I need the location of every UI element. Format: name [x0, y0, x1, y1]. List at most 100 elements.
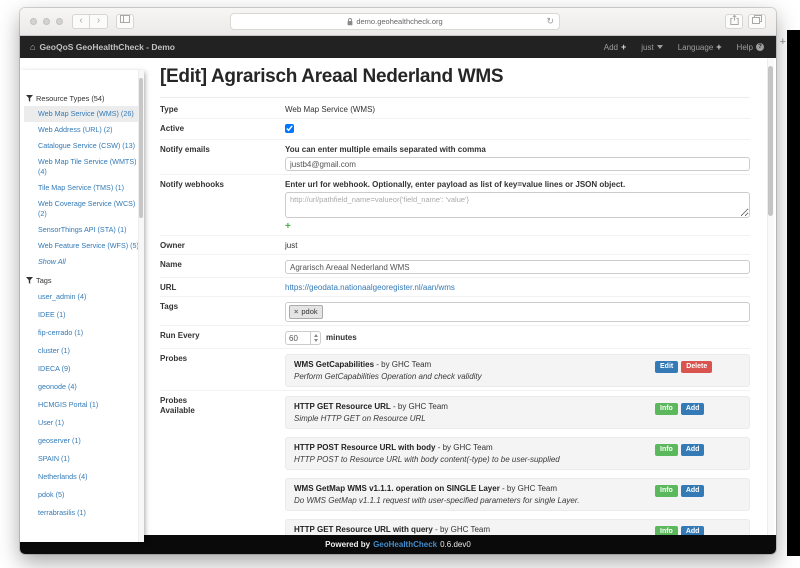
probe-actions: InfoAdd	[655, 402, 741, 423]
sidebar-scrollbar[interactable]	[138, 70, 144, 542]
notify-webhooks-input[interactable]	[285, 192, 750, 218]
notify-webhooks-help: Enter url for webhook. Optionally, enter…	[285, 180, 750, 190]
sidebar-resource-type-item[interactable]: Tile Map Service (TMS) (1)	[24, 180, 144, 196]
tags-header: Tags	[26, 276, 142, 285]
forward-button[interactable]: ›	[90, 14, 108, 29]
sidebar-resource-type-item[interactable]: Show All	[24, 254, 144, 270]
filter-icon	[26, 277, 33, 284]
probe-actions: InfoAdd	[655, 525, 741, 535]
nav-item-add[interactable]: Add+	[604, 42, 627, 52]
active-label: Active	[160, 122, 285, 136]
run-every-row: Run Every minutes	[160, 325, 750, 348]
add-button[interactable]: Add	[681, 403, 705, 415]
sidebar-resource-type-item[interactable]: Web Coverage Service (WCS) (2)	[24, 196, 144, 222]
resource-type-list: Web Map Service (WMS) (26)Web Address (U…	[24, 106, 144, 270]
info-button[interactable]: Info	[655, 485, 678, 497]
sidebar-tag-item[interactable]: geonode (4)	[24, 378, 144, 396]
add-button[interactable]: Add	[681, 485, 705, 497]
sidebar-tag-item[interactable]: Netherlands (4)	[24, 468, 144, 486]
background-window-edge	[787, 30, 800, 556]
brand-text: GeoQoS GeoHealthCheck - Demo	[39, 42, 175, 52]
help-circle-icon: ?	[756, 43, 764, 51]
probe-description: HTTP GET Resource URL with query - by GH…	[294, 525, 655, 535]
plus-icon: +	[621, 42, 626, 52]
sidebar-tag-item[interactable]: SPAIN (1)	[24, 450, 144, 468]
address-bar[interactable]: demo.geohealthcheck.org ↻	[230, 13, 560, 30]
main-scrollbar[interactable]	[767, 58, 774, 535]
edit-button[interactable]: Edit	[655, 361, 678, 373]
app-brand[interactable]: ⌂ GeoQoS GeoHealthCheck - Demo	[30, 42, 175, 52]
sidebar-tag-item[interactable]: geoserver (1)	[24, 432, 144, 450]
sidebar-resource-type-item[interactable]: Web Feature Service (WFS) (5)	[24, 238, 144, 254]
probe-description: HTTP GET Resource URL - by GHC TeamSimpl…	[294, 402, 655, 423]
resource-url-link[interactable]: https://geodata.nationaalgeoregister.nl/…	[285, 283, 455, 292]
sidebar-tag-item[interactable]: IDEE (1)	[24, 306, 144, 324]
nav-item-label: Language	[678, 43, 714, 52]
nav-item-label: just	[641, 43, 653, 52]
sidebar-tag-item[interactable]: HCMGIS Portal (1)	[24, 396, 144, 414]
sidebar-tag-item[interactable]: User (1)	[24, 414, 144, 432]
sidebar-tag-item[interactable]: IDECA (9)	[24, 360, 144, 378]
probe-byline: - by GHC Team	[374, 360, 431, 369]
navbar-menu: Add+justLanguage+Help?	[604, 42, 764, 52]
reload-icon[interactable]: ↻	[546, 16, 554, 27]
probe-byline: - by GHC Team	[433, 525, 490, 534]
add-webhook-button[interactable]: +	[285, 222, 291, 232]
sidebar-tag-item[interactable]: fip-cerrado (1)	[24, 324, 144, 342]
tabs-button[interactable]	[748, 14, 766, 29]
chevron-down-icon	[657, 45, 663, 49]
sidebar-resource-type-item[interactable]: Web Map Service (WMS) (26)	[24, 106, 144, 122]
sidebar-resource-type-item[interactable]: Web Map Tile Service (WMTS) (4)	[24, 154, 144, 180]
info-button[interactable]: Info	[655, 403, 678, 415]
notify-emails-input[interactable]	[285, 157, 750, 171]
add-button[interactable]: Add	[681, 444, 705, 456]
sidebar-scrollbar-thumb[interactable]	[139, 78, 143, 218]
probe-actions: EditDelete	[655, 360, 741, 381]
probe-description: HTTP POST Resource URL with body - by GH…	[294, 443, 655, 464]
sidebar-resource-type-item[interactable]: Catalogue Service (CSW) (13)	[24, 138, 144, 154]
probes-row: Probes WMS GetCapabilities - by GHC Team…	[160, 348, 750, 390]
sidebar-resource-type-item[interactable]: SensorThings API (STA) (1)	[24, 222, 144, 238]
address-text: demo.geohealthcheck.org	[356, 17, 442, 26]
probe-actions: InfoAdd	[655, 484, 741, 505]
probe-panel: HTTP GET Resource URL with query - by GH…	[285, 519, 750, 535]
probes-available-row: Probes Available HTTP GET Resource URL -…	[160, 390, 750, 535]
active-checkbox[interactable]	[285, 124, 294, 133]
close-window-icon[interactable]	[30, 18, 37, 25]
name-input[interactable]	[285, 260, 750, 274]
powered-by-text: Powered by	[325, 540, 370, 549]
tags-input[interactable]: × pdok	[285, 302, 750, 322]
zoom-window-icon[interactable]	[56, 18, 63, 25]
browser-window: ‹ › demo.geohealthcheck.org ↻ ⌂ GeoQoS G…	[20, 8, 776, 554]
sidebar-tag-item[interactable]: cluster (1)	[24, 342, 144, 360]
main-content: [Edit] Agrarisch Areaal Nederland WMS Ty…	[160, 58, 750, 535]
probe-title: HTTP GET Resource URL with query	[294, 525, 433, 534]
info-button[interactable]: Info	[655, 444, 678, 456]
type-value: Web Map Service (WMS)	[285, 103, 750, 115]
nav-item-just[interactable]: just	[641, 43, 662, 52]
sidebar-resource-type-item[interactable]: Web Address (URL) (2)	[24, 122, 144, 138]
notify-emails-row: Notify emails You can enter multiple ema…	[160, 139, 750, 174]
run-every-input[interactable]	[285, 331, 311, 345]
add-button[interactable]: Add	[681, 526, 705, 535]
new-tab-icon[interactable]: +	[780, 36, 786, 48]
probe-panel: WMS GetMap WMS v1.1.1. operation on SING…	[285, 478, 750, 511]
sidebar-tag-item[interactable]: terrabrasilis (1)	[24, 504, 144, 522]
back-button[interactable]: ‹	[72, 14, 90, 29]
info-button[interactable]: Info	[655, 526, 678, 535]
minimize-window-icon[interactable]	[43, 18, 50, 25]
share-button[interactable]	[725, 14, 743, 29]
nav-item-language[interactable]: Language+	[678, 42, 722, 52]
notify-webhooks-row: Notify webhooks Enter url for webhook. O…	[160, 174, 750, 235]
geohealthcheck-link[interactable]: GeoHealthCheck	[373, 540, 437, 549]
run-every-stepper[interactable]	[311, 331, 321, 345]
nav-item-help[interactable]: Help?	[737, 43, 764, 52]
tag-list: user_admin (4)IDEE (1)fip-cerrado (1)clu…	[24, 288, 144, 522]
sidebar-tag-item[interactable]: user_admin (4)	[24, 288, 144, 306]
sidebar-toggle-button[interactable]	[116, 14, 134, 29]
nav-item-label: Add	[604, 43, 618, 52]
main-scrollbar-thumb[interactable]	[768, 66, 773, 216]
delete-button[interactable]: Delete	[681, 361, 712, 373]
remove-tag-icon[interactable]: ×	[294, 307, 298, 317]
sidebar-tag-item[interactable]: pdok (5)	[24, 486, 144, 504]
